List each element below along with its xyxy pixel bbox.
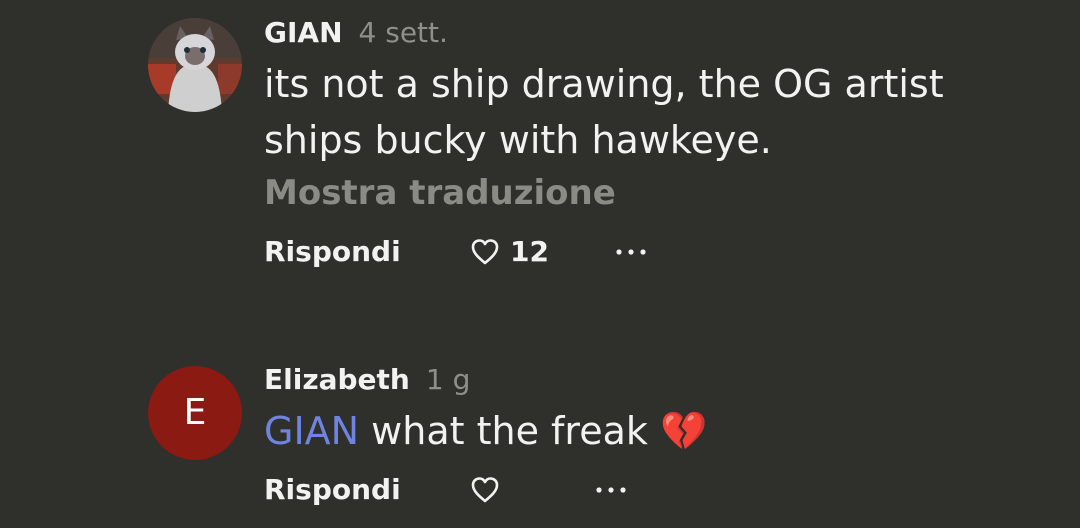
more-options-button[interactable] — [614, 232, 648, 272]
like-button[interactable]: 12 — [470, 232, 549, 272]
timestamp: 4 sett. — [358, 16, 448, 49]
more-options-button[interactable] — [594, 470, 628, 510]
comment-line: ships bucky with hawkeye. — [264, 118, 772, 162]
comment-item: E Elizabeth 1 g GIAN what the freak 💔 Ris… — [0, 340, 1080, 528]
comment-item: GIAN 4 sett. its not a ship drawing, the … — [0, 0, 1080, 300]
heart-icon — [471, 239, 499, 265]
comment-line: its not a ship drawing, the OG artist — [264, 62, 944, 106]
avatar[interactable] — [148, 18, 242, 112]
username[interactable]: Elizabeth — [264, 363, 410, 396]
like-button[interactable] — [470, 470, 500, 510]
comment-meta: GIAN 4 sett. — [264, 16, 448, 50]
mention-link[interactable]: GIAN — [264, 409, 359, 453]
comment-body: its not a ship drawing, the OG artist sh… — [264, 56, 1044, 168]
avatar-letter: E — [183, 392, 207, 433]
username[interactable]: GIAN — [264, 16, 343, 49]
reply-button[interactable]: Rispondi — [264, 470, 401, 510]
heart-icon — [471, 477, 499, 503]
show-translation-link[interactable]: Mostra traduzione — [264, 168, 616, 218]
broken-heart-emoji: 💔 — [659, 409, 708, 453]
comment-actions: Rispondi — [264, 470, 684, 510]
comment-meta: Elizabeth 1 g — [264, 363, 470, 397]
comment-body: GIAN what the freak 💔 — [264, 403, 1044, 459]
ellipsis-icon — [616, 249, 646, 255]
reply-button[interactable]: Rispondi — [264, 232, 401, 272]
cat-photo-icon — [148, 18, 242, 112]
comment-actions: Rispondi 12 — [264, 232, 684, 272]
ellipsis-icon — [596, 487, 626, 493]
avatar[interactable]: E — [148, 366, 242, 460]
timestamp: 1 g — [425, 363, 471, 396]
like-count: 12 — [510, 235, 549, 268]
comment-text: what the freak — [359, 409, 660, 453]
